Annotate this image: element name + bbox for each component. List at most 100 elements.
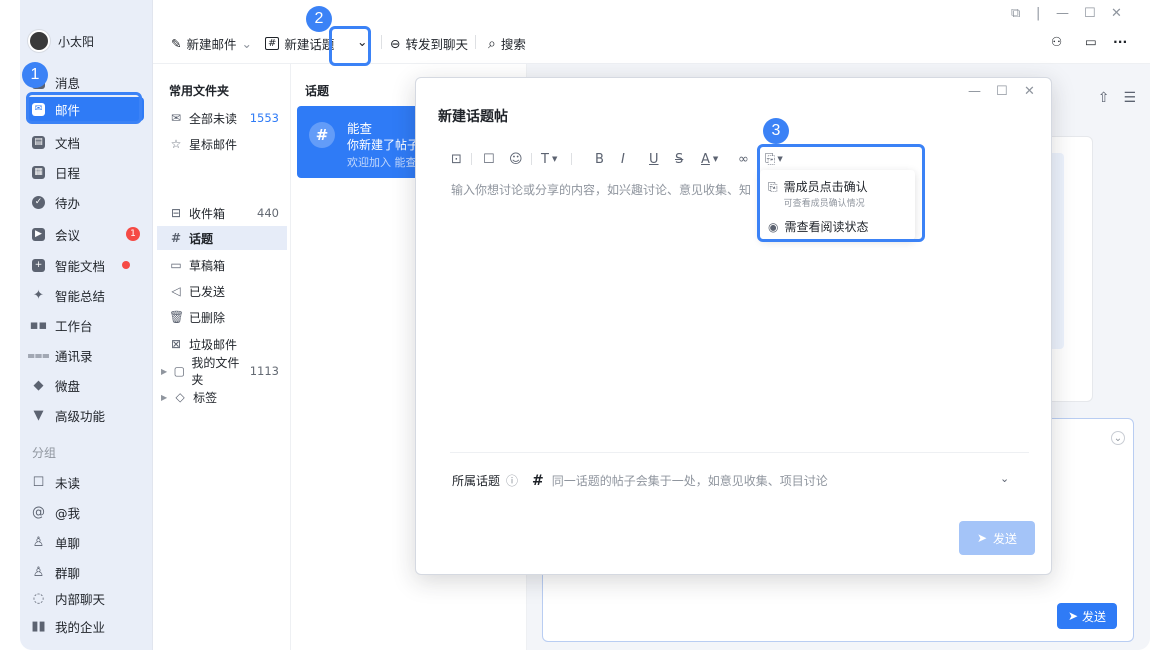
unread-icon: ☐ <box>32 474 45 490</box>
new-topic-button[interactable]: # 新建话题 <box>265 34 334 53</box>
nav-item-advanced[interactable]: ▼ 高级功能 <box>26 403 144 427</box>
disk-icon: ◆ <box>33 377 44 393</box>
minimize-icon[interactable]: — <box>1056 6 1069 21</box>
unread-dot <box>122 261 130 269</box>
forward-icon: ⊖ <box>390 36 401 51</box>
topic-label: 所属话题 <box>452 474 501 488</box>
maximize-icon[interactable]: ☐ <box>1084 6 1096 21</box>
nav-item-docs[interactable]: ▤ 文档 <box>26 130 144 154</box>
inbox-icon: ⊟ <box>170 206 182 220</box>
folder-icon: ▢ <box>173 364 185 378</box>
send-label: 发送 <box>993 531 1018 546</box>
strikethrough-button[interactable]: S <box>675 150 683 168</box>
user-profile[interactable]: 小太阳 <box>28 30 94 52</box>
folder-drafts[interactable]: ▭ 草稿箱 <box>157 253 287 277</box>
search-icon: ⌕ <box>488 35 496 52</box>
toolbar-divider <box>571 153 572 165</box>
nav-item-my-company[interactable]: ▮▮ 我的企业 <box>26 614 144 638</box>
nav-item-workbench[interactable]: ▪▪ 工作台 <box>26 313 144 337</box>
folder-tags[interactable]: ▶ ◇ 标签 <box>157 385 287 409</box>
pin-icon[interactable]: ⧉ <box>1011 6 1020 21</box>
topics-header: 话题 <box>305 84 330 98</box>
share-icon[interactable]: ⇧ <box>1098 90 1110 106</box>
nav-item-smart-summary[interactable]: ✦ 智能总结 <box>26 283 144 307</box>
folder-all-unread[interactable]: ✉ 全部未读 1553 <box>157 106 287 130</box>
new-mail-button[interactable]: ✎ 新建邮件 ⌄ <box>171 34 252 53</box>
account-icon[interactable]: ⚇ <box>1051 34 1062 49</box>
highlight-confirm-options <box>757 144 925 242</box>
chevron-down-icon[interactable]: ⌄ <box>1000 472 1009 485</box>
topic-welcome: 欢迎加入 能查 <box>347 156 417 169</box>
minimize-icon[interactable]: — <box>968 84 981 99</box>
at-icon: @ <box>32 504 45 520</box>
folder-deleted[interactable]: 🗑 已删除 <box>157 305 287 329</box>
nav-label: 我的企业 <box>55 619 106 635</box>
font-size-button[interactable]: T ▼ <box>541 150 557 168</box>
chevron-down-icon[interactable]: ⌄ <box>1111 431 1125 445</box>
folder-sent[interactable]: ◁ 已发送 <box>157 279 287 303</box>
folder-my-folders[interactable]: ▶ ▢ 我的文件夹 1113 <box>157 356 287 387</box>
nav-item-internal-chat[interactable]: ◌ 内部聊天 <box>26 590 144 607</box>
chevron-down-icon: ⌄ <box>241 36 252 51</box>
bold-button[interactable]: B <box>595 150 604 168</box>
toolbar-divider <box>475 35 476 49</box>
nav-item-meeting[interactable]: ▶ 会议 1 <box>26 222 144 246</box>
nav-item-smart-docs[interactable]: + 智能文档 <box>26 253 144 277</box>
folder-inbox[interactable]: ⊟ 收件箱 440 <box>157 201 287 225</box>
folder-label: 话题 <box>189 231 214 246</box>
divider <box>450 452 1029 453</box>
folder-spam[interactable]: ⊠ 垃圾邮件 <box>157 332 287 356</box>
nav-item-at-me[interactable]: @ @我 <box>26 500 144 524</box>
post-send-button[interactable]: ➤ 发送 <box>959 521 1035 555</box>
emoji-icon[interactable]: ☺ <box>509 150 523 168</box>
menu-icon[interactable]: ☰ <box>1123 90 1136 106</box>
nav-item-unread[interactable]: ☐ 未读 <box>26 470 144 494</box>
folder-count: 1113 <box>249 364 279 378</box>
detail-actions: ⇧ ☰ <box>1098 90 1136 106</box>
nav-label: 内部聊天 <box>55 591 106 607</box>
window-divider: | <box>1036 6 1041 21</box>
topic-preview: 你新建了帖子 <box>347 138 420 152</box>
search-button[interactable]: ⌕ 搜索 <box>488 34 526 53</box>
maximize-icon[interactable]: ☐ <box>996 84 1008 99</box>
info-icon[interactable]: ⓘ <box>506 472 518 489</box>
folder-topics[interactable]: # 话题 <box>157 226 287 250</box>
nav-item-single-chat[interactable]: ♙ 单聊 <box>26 530 144 554</box>
close-icon[interactable]: ✕ <box>1024 84 1035 99</box>
close-icon[interactable]: ✕ <box>1111 6 1122 21</box>
caret-down-icon: ▼ <box>712 155 719 163</box>
reply-send-button[interactable]: ➤ 发送 <box>1057 603 1117 629</box>
nav-item-contacts[interactable]: ⩶ 通讯录 <box>26 343 144 367</box>
toolbar-divider <box>381 35 382 49</box>
more-icon[interactable]: ··· <box>1113 34 1127 49</box>
contacts-icon: ⩶ <box>27 347 50 363</box>
folder-label: 草稿箱 <box>189 258 226 273</box>
forward-to-chat-button[interactable]: ⊖ 转发到聊天 <box>390 34 468 53</box>
link-icon[interactable]: ∞ <box>738 150 749 168</box>
company-icon: ▮▮ <box>31 618 46 634</box>
nav-item-group-chat[interactable]: ♙ 群聊 <box>26 560 144 584</box>
nav-label: 微盘 <box>55 378 81 394</box>
post-content-input[interactable]: 输入你想讨论或分享的内容，如兴趣讨论、意见收集、知识分享 <box>451 181 751 198</box>
smart-doc-icon: + <box>32 258 45 272</box>
nav-item-calendar[interactable]: ▦ 日程 <box>26 160 144 184</box>
topic-hint: 同一话题的帖子会集于一处，如意见收集、项目讨论 <box>551 474 828 488</box>
underline-button[interactable]: U <box>649 150 659 168</box>
nav-item-disk[interactable]: ◆ 微盘 <box>26 373 144 397</box>
folder-starred[interactable]: ☆ 星标邮件 <box>157 132 287 156</box>
folder-label: 收件箱 <box>189 206 226 221</box>
grid-icon: ▪▪ <box>29 317 48 333</box>
paper-plane-icon: ➤ <box>976 531 988 545</box>
group-icon: ♙ <box>32 564 45 580</box>
nav-item-todo[interactable]: ✓ 待办 <box>26 190 144 214</box>
paper-plane-icon: ➤ <box>1067 609 1079 623</box>
caret-down-icon: ▼ <box>551 155 558 163</box>
topic-selector[interactable]: 所属话题 ⓘ # 同一话题的帖子会集于一处，如意见收集、项目讨论 <box>452 472 828 489</box>
layout-icon[interactable]: ▭ <box>1085 34 1097 49</box>
image-icon[interactable]: ⊡ <box>451 150 462 168</box>
attachment-icon[interactable]: ☐ <box>483 150 495 168</box>
hash-icon: # <box>309 122 335 148</box>
text-color-button[interactable]: A ▼ <box>701 150 718 168</box>
italic-button[interactable]: I <box>621 150 625 168</box>
nav-label: 未读 <box>55 475 81 491</box>
